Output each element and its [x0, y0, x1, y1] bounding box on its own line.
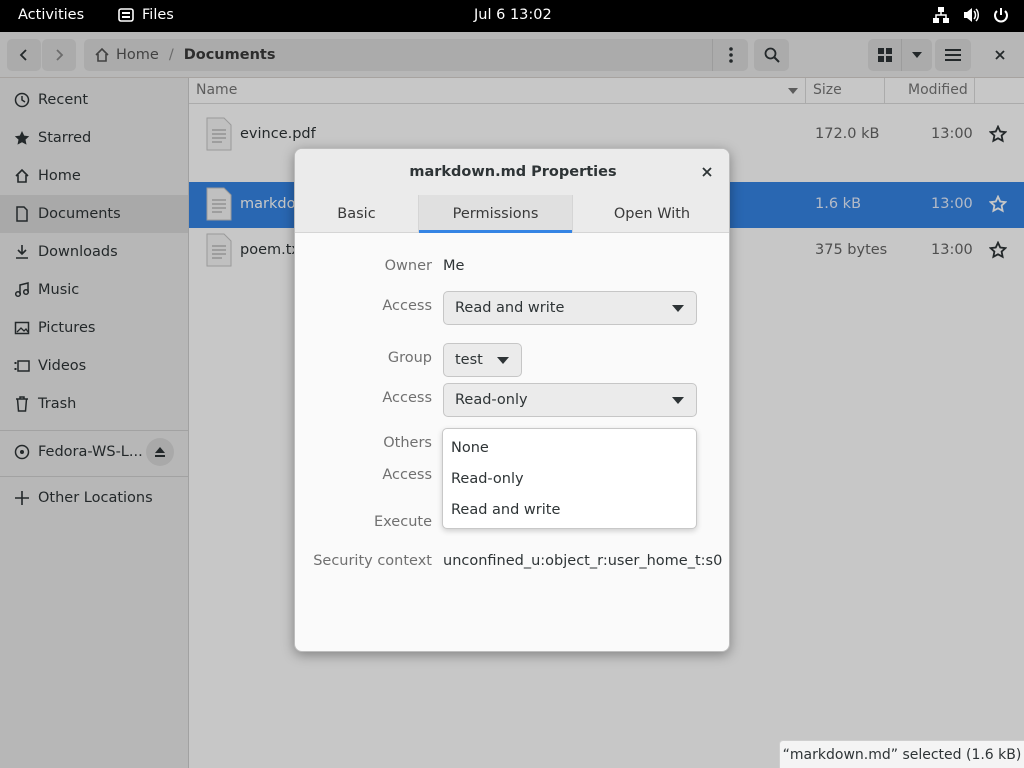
tab-permissions[interactable]: Permissions [419, 195, 572, 233]
dialog-tabs: Basic Permissions Open With [295, 195, 729, 233]
owner-access-dropdown[interactable]: Read and write [443, 291, 697, 325]
group-access-value: Read-only [455, 392, 528, 408]
tab-open-with[interactable]: Open With [573, 195, 729, 233]
dialog-close-button[interactable] [697, 162, 717, 182]
files-app-icon [118, 8, 134, 22]
chevron-down-icon [672, 397, 684, 404]
group-access-label: Access [382, 390, 432, 406]
close-icon [702, 167, 712, 177]
dialog-title: markdown.md Properties [409, 164, 617, 180]
chevron-down-icon [672, 305, 684, 312]
status-bar: “markdown.md” selected (1.6 kB) [779, 740, 1024, 768]
app-menu-button[interactable]: Files [118, 7, 174, 23]
system-tray[interactable] [932, 6, 1010, 24]
app-name: Files [142, 7, 174, 23]
owner-value: Me [443, 258, 465, 274]
others-access-popover: None Read-only Read and write [442, 428, 697, 529]
group-value: test [455, 352, 483, 368]
activities-button[interactable]: Activities [18, 7, 84, 23]
owner-access-value: Read and write [455, 300, 565, 316]
volume-icon [964, 8, 979, 22]
owner-access-label: Access [382, 298, 432, 314]
top-bar: Activities Files Jul 6 13:02 [0, 0, 1024, 32]
properties-dialog: markdown.md Properties Basic Permissions… [294, 148, 730, 652]
security-context-label: Security context [313, 553, 432, 569]
security-context-value: unconfined_u:object_r:user_home_t:s0 [443, 553, 723, 569]
clock[interactable]: Jul 6 13:02 [474, 7, 552, 23]
group-label: Group [387, 350, 432, 366]
power-icon [994, 8, 1008, 23]
option-read-and-write[interactable]: Read and write [451, 497, 560, 523]
group-dropdown[interactable]: test [443, 343, 522, 377]
others-label: Others [383, 435, 432, 451]
chevron-down-icon [497, 357, 509, 364]
option-none[interactable]: None [451, 435, 489, 461]
option-read-only[interactable]: Read-only [451, 466, 524, 492]
dialog-header: markdown.md Properties [295, 149, 729, 195]
network-icon [933, 7, 949, 23]
others-access-label: Access [382, 467, 432, 483]
execute-label: Execute [374, 514, 432, 530]
tab-basic[interactable]: Basic [295, 195, 418, 233]
group-access-dropdown[interactable]: Read-only [443, 383, 697, 417]
owner-label: Owner [384, 258, 432, 274]
